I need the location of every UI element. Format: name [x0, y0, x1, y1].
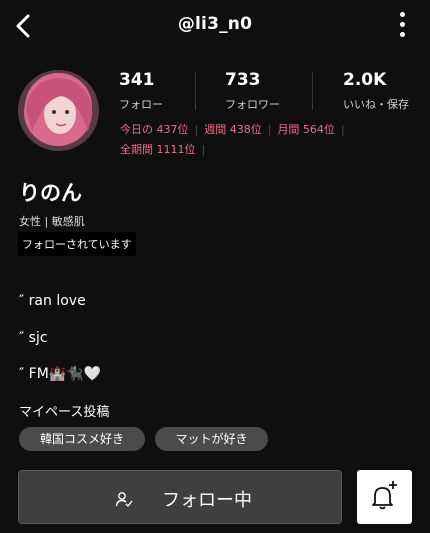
- ranking-info: 今日の 437位 | 週間 438位 | 月間 564位 | 全期間 1111位 |: [120, 120, 420, 160]
- page-title: @li3_n0: [177, 14, 253, 34]
- profile-name: りのん: [19, 181, 82, 205]
- rank-today[interactable]: 今日の 437位: [120, 123, 189, 136]
- bio-line: ″ ran love: [19, 293, 86, 309]
- user-check-icon: [115, 492, 133, 508]
- followers-count: 733: [225, 70, 261, 90]
- divider: |: [194, 123, 199, 136]
- divider: [312, 72, 313, 110]
- rank-month[interactable]: 月間 564位: [277, 123, 335, 136]
- bio-line: ″ FM🏰🐈‍⬛🤍: [19, 366, 102, 382]
- following-count: 341: [119, 70, 155, 90]
- stat-likes[interactable]: 2.0K いいね・保存: [343, 70, 409, 116]
- bell-plus-icon: [372, 481, 397, 510]
- rank-week[interactable]: 週間 438位: [204, 123, 262, 136]
- divider: [195, 72, 196, 110]
- stat-followers[interactable]: 733 フォロワー: [225, 70, 280, 116]
- more-vertical-icon[interactable]: [396, 12, 408, 42]
- header: @li3_n0: [0, 0, 430, 52]
- rank-all-time[interactable]: 全期間 1111位: [120, 143, 196, 156]
- bio-line: ″ sjc: [19, 330, 48, 346]
- likes-label: いいね・保存: [343, 98, 409, 111]
- profile-subtitle: 女性 | 敏感肌: [19, 215, 85, 228]
- divider: |: [267, 123, 272, 136]
- hashtags-title: マイペース投稿: [19, 405, 110, 420]
- hashtag-chip[interactable]: 韓国コスメ好き: [19, 427, 145, 451]
- likes-count: 2.0K: [343, 70, 387, 90]
- followers-label: フォロワー: [225, 98, 280, 111]
- following-button[interactable]: フォロー中: [18, 470, 342, 524]
- avatar[interactable]: [18, 70, 99, 151]
- following-button-label: フォロー中: [162, 490, 252, 511]
- notification-button[interactable]: [357, 470, 412, 524]
- following-label: フォロー: [119, 98, 163, 111]
- stats-bar: 341 フォロー 733 フォロワー 2.0K いいね・保存: [112, 70, 430, 116]
- divider: |: [340, 123, 345, 136]
- divider: |: [201, 143, 206, 156]
- hashtag-chip[interactable]: マットが好き: [155, 427, 268, 451]
- stat-following[interactable]: 341 フォロー: [119, 70, 163, 116]
- follows-you-badge: フォローされています: [18, 232, 136, 256]
